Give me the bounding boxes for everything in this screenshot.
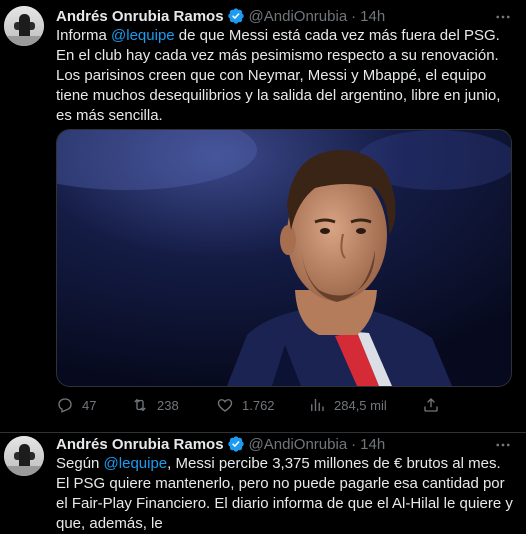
verified-badge-icon bbox=[227, 436, 244, 452]
timestamp[interactable]: 14h bbox=[360, 436, 385, 453]
like-count: 1.762 bbox=[242, 397, 275, 413]
mention-link[interactable]: @lequipe bbox=[104, 455, 168, 472]
avatar[interactable] bbox=[4, 436, 44, 476]
retweet-count: 238 bbox=[157, 397, 179, 413]
author-name[interactable]: Andrés Onrubia Ramos bbox=[56, 436, 224, 453]
text-segment: Según bbox=[56, 455, 104, 472]
retweet-button[interactable]: 238 bbox=[131, 395, 179, 415]
author-handle[interactable]: @AndiOnrubia bbox=[249, 8, 348, 25]
verified-badge-icon bbox=[227, 8, 244, 24]
tweet-text: Informa @lequipe de que Messi está cada … bbox=[56, 26, 518, 126]
views-button[interactable]: 284,5 mil bbox=[308, 395, 387, 415]
mention-link[interactable]: @lequipe bbox=[111, 27, 175, 44]
reply-icon bbox=[58, 398, 72, 413]
tweet-actions: 47 238 1.762 284,5 mil bbox=[56, 395, 446, 415]
more-icon[interactable] bbox=[494, 8, 512, 26]
tweet-header: Andrés Onrubia Ramos @AndiOnrubia · 14h bbox=[56, 434, 385, 454]
views-icon bbox=[311, 399, 324, 411]
like-icon bbox=[217, 399, 233, 412]
tweet-header: Andrés Onrubia Ramos @AndiOnrubia · 14h bbox=[56, 6, 385, 26]
text-segment: Informa bbox=[56, 27, 112, 44]
avatar[interactable] bbox=[4, 6, 44, 46]
share-button[interactable] bbox=[422, 395, 448, 415]
timestamp[interactable]: 14h bbox=[360, 8, 385, 25]
tweet[interactable]: Andrés Onrubia Ramos @AndiOnrubia · 14h … bbox=[0, 0, 526, 433]
tweet-photo[interactable] bbox=[56, 129, 512, 387]
view-count: 284,5 mil bbox=[334, 397, 387, 413]
photo-lionel-messi-psg bbox=[57, 130, 511, 386]
like-button[interactable]: 1.762 bbox=[216, 395, 275, 415]
reply-count: 47 bbox=[82, 397, 97, 413]
reply-button[interactable]: 47 bbox=[56, 395, 96, 415]
share-icon bbox=[424, 398, 438, 412]
more-icon[interactable] bbox=[494, 436, 512, 454]
author-handle[interactable]: @AndiOnrubia bbox=[249, 436, 348, 453]
tweet[interactable]: Andrés Onrubia Ramos @AndiOnrubia · 14h … bbox=[0, 432, 526, 532]
retweet-icon bbox=[134, 398, 146, 412]
tweet-text: Según @lequipe, Messi percibe 3,375 mill… bbox=[56, 454, 518, 534]
separator: · bbox=[351, 435, 357, 453]
author-name[interactable]: Andrés Onrubia Ramos bbox=[56, 8, 224, 25]
separator: · bbox=[351, 7, 357, 25]
